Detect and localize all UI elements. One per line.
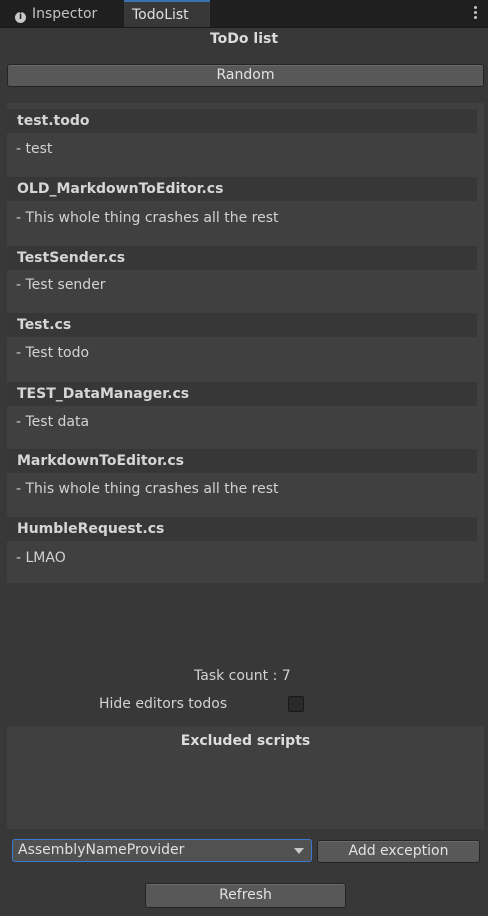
todo-text: - This whole thing crashes all the rest	[16, 210, 279, 226]
page-title: ToDo list	[209, 31, 279, 47]
todo-text: - test	[16, 141, 53, 157]
tab-inspector[interactable]: i Inspector	[6, 2, 120, 27]
tab-bar: i Inspector TodoList	[0, 0, 488, 28]
chevron-down-icon	[294, 848, 304, 854]
tab-inspector-label: Inspector	[32, 6, 98, 22]
todo-file-name: MarkdownToEditor.cs	[7, 449, 477, 473]
info-icon: i	[15, 12, 26, 23]
excluded-scripts-panel: Excluded scripts	[7, 726, 484, 829]
todo-file-name: TEST_DataManager.cs	[7, 382, 477, 406]
random-button[interactable]: Random	[7, 64, 484, 87]
todo-text: - Test sender	[16, 277, 106, 293]
todolist-window: i Inspector TodoList ToDo list Random tes…	[0, 0, 488, 916]
todo-file-name: HumbleRequest.cs	[7, 517, 477, 541]
todo-file-name: OLD_MarkdownToEditor.cs	[7, 177, 477, 201]
todo-file-name: test.todo	[7, 109, 477, 133]
more-options-icon[interactable]	[472, 5, 478, 21]
todo-text: - LMAO	[16, 550, 66, 566]
exception-dropdown-value: AssemblyNameProvider	[18, 842, 185, 858]
add-exception-button[interactable]: Add exception	[317, 840, 480, 863]
tab-todolist[interactable]: TodoList	[124, 0, 210, 27]
refresh-button[interactable]: Refresh	[145, 883, 346, 908]
todo-text: - This whole thing crashes all the rest	[16, 481, 279, 497]
hide-editors-checkbox[interactable]	[288, 696, 304, 712]
task-count: Task count : 7	[194, 668, 291, 684]
tab-todolist-label: TodoList	[132, 7, 189, 23]
todo-file-name: TestSender.cs	[7, 246, 477, 270]
todo-file-name: Test.cs	[7, 313, 477, 337]
hide-editors-label: Hide editors todos	[99, 696, 228, 712]
exception-dropdown[interactable]: AssemblyNameProvider	[12, 839, 312, 862]
todo-text: - Test data	[16, 414, 90, 430]
todo-text: - Test todo	[16, 345, 90, 361]
excluded-scripts-title: Excluded scripts	[180, 733, 311, 749]
todo-list: test.todo - test OLD_MarkdownToEditor.cs…	[7, 103, 484, 583]
